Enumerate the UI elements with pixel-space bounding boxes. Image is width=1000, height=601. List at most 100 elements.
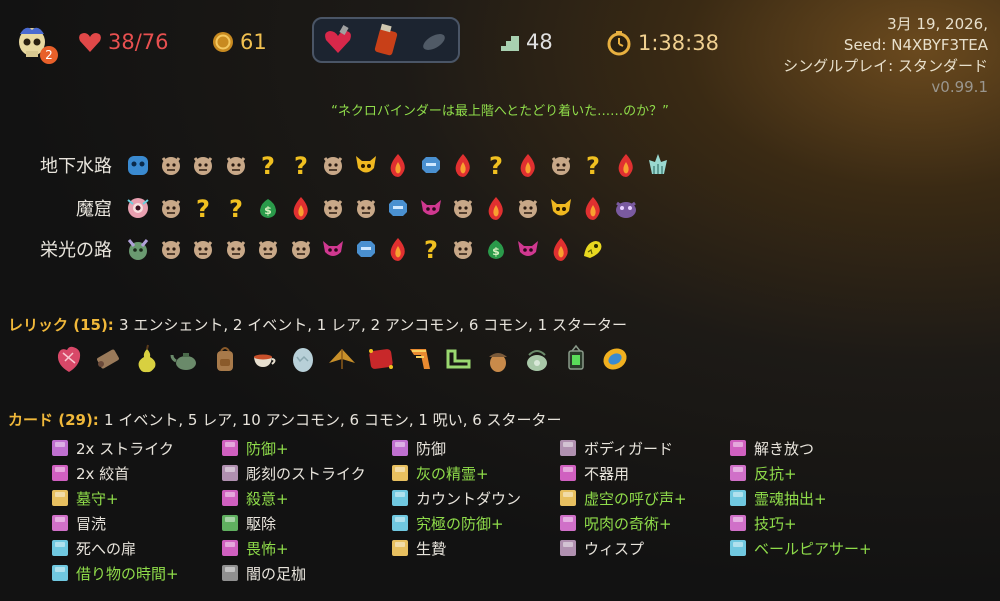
card-name: 技巧+ — [754, 514, 797, 533]
card-entry[interactable]: 不器用 — [560, 462, 629, 484]
teapot-icon[interactable] — [169, 342, 203, 376]
card-entry[interactable]: ボディガード — [560, 437, 673, 459]
card-entry[interactable]: 防御+ — [222, 437, 289, 459]
card-entry[interactable]: カウントダウン — [392, 487, 521, 509]
card-entry[interactable]: 殺意+ — [222, 487, 289, 509]
pear-icon[interactable] — [130, 342, 164, 376]
card-entry[interactable]: 借り物の時間+ — [52, 562, 179, 584]
card-entry[interactable]: 解き放つ — [730, 437, 814, 459]
card-entry[interactable]: 呪肉の奇術+ — [560, 512, 672, 534]
monster-node-icon[interactable] — [545, 150, 578, 180]
card-entry[interactable]: 反抗+ — [730, 462, 797, 484]
heart-icon — [79, 33, 101, 52]
card-entry[interactable]: ベールピアサー+ — [730, 537, 872, 559]
card-entry[interactable]: 灰の精霊+ — [392, 462, 489, 484]
rest-node-icon[interactable] — [382, 150, 415, 180]
scarf-icon[interactable] — [403, 342, 437, 376]
card-entry[interactable]: 死への扉 — [52, 537, 136, 559]
card-entry[interactable]: 彫刻のストライク — [222, 462, 366, 484]
rest-node-icon[interactable] — [512, 150, 545, 180]
treasure-node-icon[interactable] — [382, 193, 415, 223]
treasure-node-icon[interactable] — [415, 150, 448, 180]
monster-node-icon[interactable] — [187, 150, 220, 180]
card-entry[interactable]: 技巧+ — [730, 512, 797, 534]
monster-node-icon[interactable] — [155, 193, 188, 223]
elite-node-icon[interactable] — [317, 234, 350, 264]
unknown-node-icon[interactable]: ? — [480, 150, 513, 180]
elite-gold-node-icon[interactable] — [545, 193, 578, 223]
backpack-icon[interactable] — [208, 342, 242, 376]
unknown-node-icon[interactable]: ? — [285, 150, 318, 180]
coin-stack-icon[interactable] — [598, 342, 632, 376]
card-entry[interactable]: 冒涜 — [52, 512, 106, 534]
card-type-icon — [560, 490, 576, 506]
boss-blue-node-icon[interactable] — [122, 150, 155, 180]
treasure-node-icon[interactable] — [350, 234, 383, 264]
boss-spike-node-icon[interactable] — [642, 150, 675, 180]
rest-node-icon[interactable] — [577, 193, 610, 223]
lantern-icon[interactable] — [559, 342, 593, 376]
potion-heart-icon[interactable] — [321, 23, 355, 57]
card-name: 死への扉 — [76, 539, 137, 558]
monster-node-icon[interactable] — [512, 193, 545, 223]
monster-node-icon[interactable] — [155, 150, 188, 180]
monster-node-icon[interactable] — [220, 150, 253, 180]
unknown-node-icon[interactable]: ? — [252, 150, 285, 180]
monster-node-icon[interactable] — [155, 234, 188, 264]
rest-node-icon[interactable] — [447, 150, 480, 180]
elite-node-icon[interactable] — [415, 193, 448, 223]
unknown-node-icon[interactable]: ? — [577, 150, 610, 180]
potion-flask-icon[interactable] — [369, 23, 403, 57]
boss-beetle-node-icon[interactable] — [122, 234, 155, 264]
boss-eye-node-icon[interactable] — [122, 193, 155, 223]
shop-node-icon[interactable]: $ — [252, 193, 285, 223]
elite-gold-node-icon[interactable] — [350, 150, 383, 180]
kettle-icon[interactable] — [520, 342, 554, 376]
anatomical-heart-icon[interactable] — [52, 342, 86, 376]
card-entry[interactable]: 2x 絞首 — [52, 462, 129, 484]
acorn-icon[interactable] — [481, 342, 515, 376]
card-entry[interactable]: 畏怖+ — [222, 537, 289, 559]
unknown-node-icon[interactable]: ? — [187, 193, 220, 223]
pillow-icon[interactable] — [364, 342, 398, 376]
card-type-icon — [52, 565, 68, 581]
boss-worm-node-icon[interactable] — [577, 234, 610, 264]
card-entry[interactable]: 霊魂抽出+ — [730, 487, 827, 509]
teacup-icon[interactable] — [247, 342, 281, 376]
boomerang-icon[interactable] — [442, 342, 476, 376]
unknown-node-icon[interactable]: ? — [220, 193, 253, 223]
rest-node-icon[interactable] — [285, 193, 318, 223]
rest-node-icon[interactable] — [610, 150, 643, 180]
card-entry[interactable]: 駆除 — [222, 512, 276, 534]
elite-node-icon[interactable] — [512, 234, 545, 264]
card-entry[interactable]: 防御 — [392, 437, 446, 459]
monster-node-icon[interactable] — [252, 234, 285, 264]
card-entry[interactable]: 2x ストライク — [52, 437, 174, 459]
boss-purple-node-icon[interactable] — [610, 193, 643, 223]
monster-node-icon[interactable] — [285, 234, 318, 264]
unknown-node-icon[interactable]: ? — [415, 234, 448, 264]
rest-node-icon[interactable] — [545, 234, 578, 264]
monster-node-icon[interactable] — [447, 234, 480, 264]
rest-node-icon[interactable] — [480, 193, 513, 223]
card-name: 冒涜 — [76, 514, 107, 533]
monster-node-icon[interactable] — [447, 193, 480, 223]
egg-icon[interactable] — [286, 342, 320, 376]
card-entry[interactable]: 究極の防御+ — [392, 512, 504, 534]
card-entry[interactable]: 虚空の呼び声+ — [560, 487, 687, 509]
potion-empty-icon[interactable] — [417, 23, 451, 57]
scroll-icon[interactable] — [91, 342, 125, 376]
monster-node-icon[interactable] — [187, 234, 220, 264]
monster-node-icon[interactable] — [317, 150, 350, 180]
monster-node-icon[interactable] — [220, 234, 253, 264]
monster-node-icon[interactable] — [350, 193, 383, 223]
card-name: 呪肉の奇術+ — [584, 514, 672, 533]
card-entry[interactable]: 墓守+ — [52, 487, 119, 509]
paper-crane-icon[interactable] — [325, 342, 359, 376]
shop-node-icon[interactable]: $ — [480, 234, 513, 264]
rest-node-icon[interactable] — [382, 234, 415, 264]
card-entry[interactable]: 生贄 — [392, 537, 446, 559]
card-entry[interactable]: ウィスプ — [560, 537, 644, 559]
card-entry[interactable]: 闇の足枷 — [222, 562, 306, 584]
monster-node-icon[interactable] — [317, 193, 350, 223]
